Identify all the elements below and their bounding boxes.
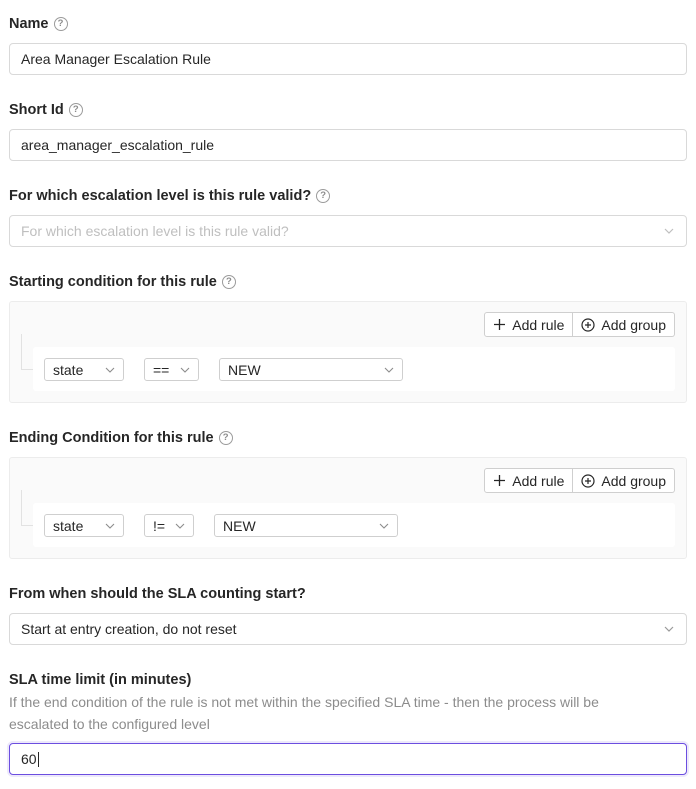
tree-connector	[21, 334, 33, 370]
help-icon[interactable]: ?	[53, 17, 68, 31]
rule-value-value: NEW	[223, 517, 256, 534]
name-input-value: Area Manager Escalation Rule	[21, 51, 211, 67]
add-rule-button[interactable]: Add rule	[484, 312, 574, 337]
sla-limit-label-row: SLA time limit (in minutes)	[9, 672, 191, 688]
add-group-label: Add group	[601, 472, 666, 489]
rule-operator-select[interactable]: !=	[144, 514, 194, 537]
text-caret	[37, 751, 39, 767]
short-id-label-row: Short Id ?	[9, 102, 83, 118]
add-rule-label: Add rule	[512, 316, 565, 333]
sla-limit-value: 60	[21, 751, 37, 767]
rule-row: state != NEW	[33, 503, 675, 547]
short-id-label: Short Id	[9, 102, 64, 118]
starting-condition-label-row: Starting condition for this rule ?	[9, 274, 236, 290]
plus-circle-icon	[581, 317, 595, 332]
rule-operator-value: !=	[153, 517, 166, 534]
name-label-row: Name ?	[9, 16, 68, 32]
rule-value-select[interactable]: NEW	[219, 358, 403, 381]
starting-condition-query-builder: Add rule Add group state == NEW	[9, 301, 687, 403]
ending-condition-label: Ending Condition for this rule	[9, 430, 214, 446]
plus-circle-icon	[581, 473, 595, 488]
rule-operator-value: ==	[153, 361, 170, 378]
help-icon[interactable]: ?	[218, 431, 233, 445]
short-id-input[interactable]: area_manager_escalation_rule	[9, 129, 687, 161]
name-input[interactable]: Area Manager Escalation Rule	[9, 43, 687, 75]
help-icon[interactable]: ?	[221, 275, 236, 289]
escalation-level-label-row: For which escalation level is this rule …	[9, 188, 331, 204]
chevron-down-icon	[379, 523, 389, 529]
add-group-button[interactable]: Add group	[573, 468, 675, 493]
name-label: Name	[9, 16, 49, 32]
plus-icon	[494, 319, 506, 330]
rule-field-value: state	[53, 517, 84, 534]
rule-operator-select[interactable]: ==	[144, 358, 199, 381]
starting-condition-label: Starting condition for this rule	[9, 274, 217, 290]
short-id-input-value: area_manager_escalation_rule	[21, 137, 215, 153]
rule-value-value: NEW	[228, 361, 261, 378]
escalation-level-select[interactable]: For which escalation level is this rule …	[9, 215, 687, 247]
sla-start-value: Start at entry creation, do not reset	[21, 621, 237, 637]
sla-start-select[interactable]: Start at entry creation, do not reset	[9, 613, 687, 645]
sla-limit-description: If the end condition of the rule is not …	[9, 694, 599, 732]
chevron-down-icon	[180, 367, 190, 373]
tree-connector	[21, 490, 33, 526]
help-icon[interactable]: ?	[316, 189, 331, 203]
chevron-down-icon	[105, 523, 115, 529]
ending-condition-label-row: Ending Condition for this rule ?	[9, 430, 233, 446]
add-group-label: Add group	[601, 316, 666, 333]
add-rule-button[interactable]: Add rule	[484, 468, 574, 493]
add-group-button[interactable]: Add group	[573, 312, 675, 337]
chevron-down-icon	[384, 367, 394, 373]
plus-icon	[494, 475, 506, 486]
sla-limit-label: SLA time limit (in minutes)	[9, 672, 192, 688]
rule-field-select[interactable]: state	[44, 358, 124, 381]
rule-field-value: state	[53, 361, 84, 378]
chevron-down-icon	[664, 228, 674, 234]
chevron-down-icon	[175, 523, 185, 529]
escalation-level-placeholder: For which escalation level is this rule …	[21, 223, 289, 239]
help-icon[interactable]: ?	[68, 103, 83, 117]
rule-row: state == NEW	[33, 347, 675, 391]
chevron-down-icon	[105, 367, 115, 373]
sla-start-label-row: From when should the SLA counting start?	[9, 586, 306, 602]
rule-value-select[interactable]: NEW	[214, 514, 398, 537]
add-rule-label: Add rule	[512, 472, 565, 489]
sla-limit-input[interactable]: 60	[9, 743, 687, 775]
starting-condition-actions: Add rule Add group	[484, 312, 675, 337]
escalation-level-label: For which escalation level is this rule …	[9, 188, 312, 204]
chevron-down-icon	[664, 626, 674, 632]
ending-condition-query-builder: Add rule Add group state != NEW	[9, 457, 687, 559]
sla-start-label: From when should the SLA counting start?	[9, 586, 306, 602]
ending-condition-actions: Add rule Add group	[484, 468, 675, 493]
rule-field-select[interactable]: state	[44, 514, 124, 537]
